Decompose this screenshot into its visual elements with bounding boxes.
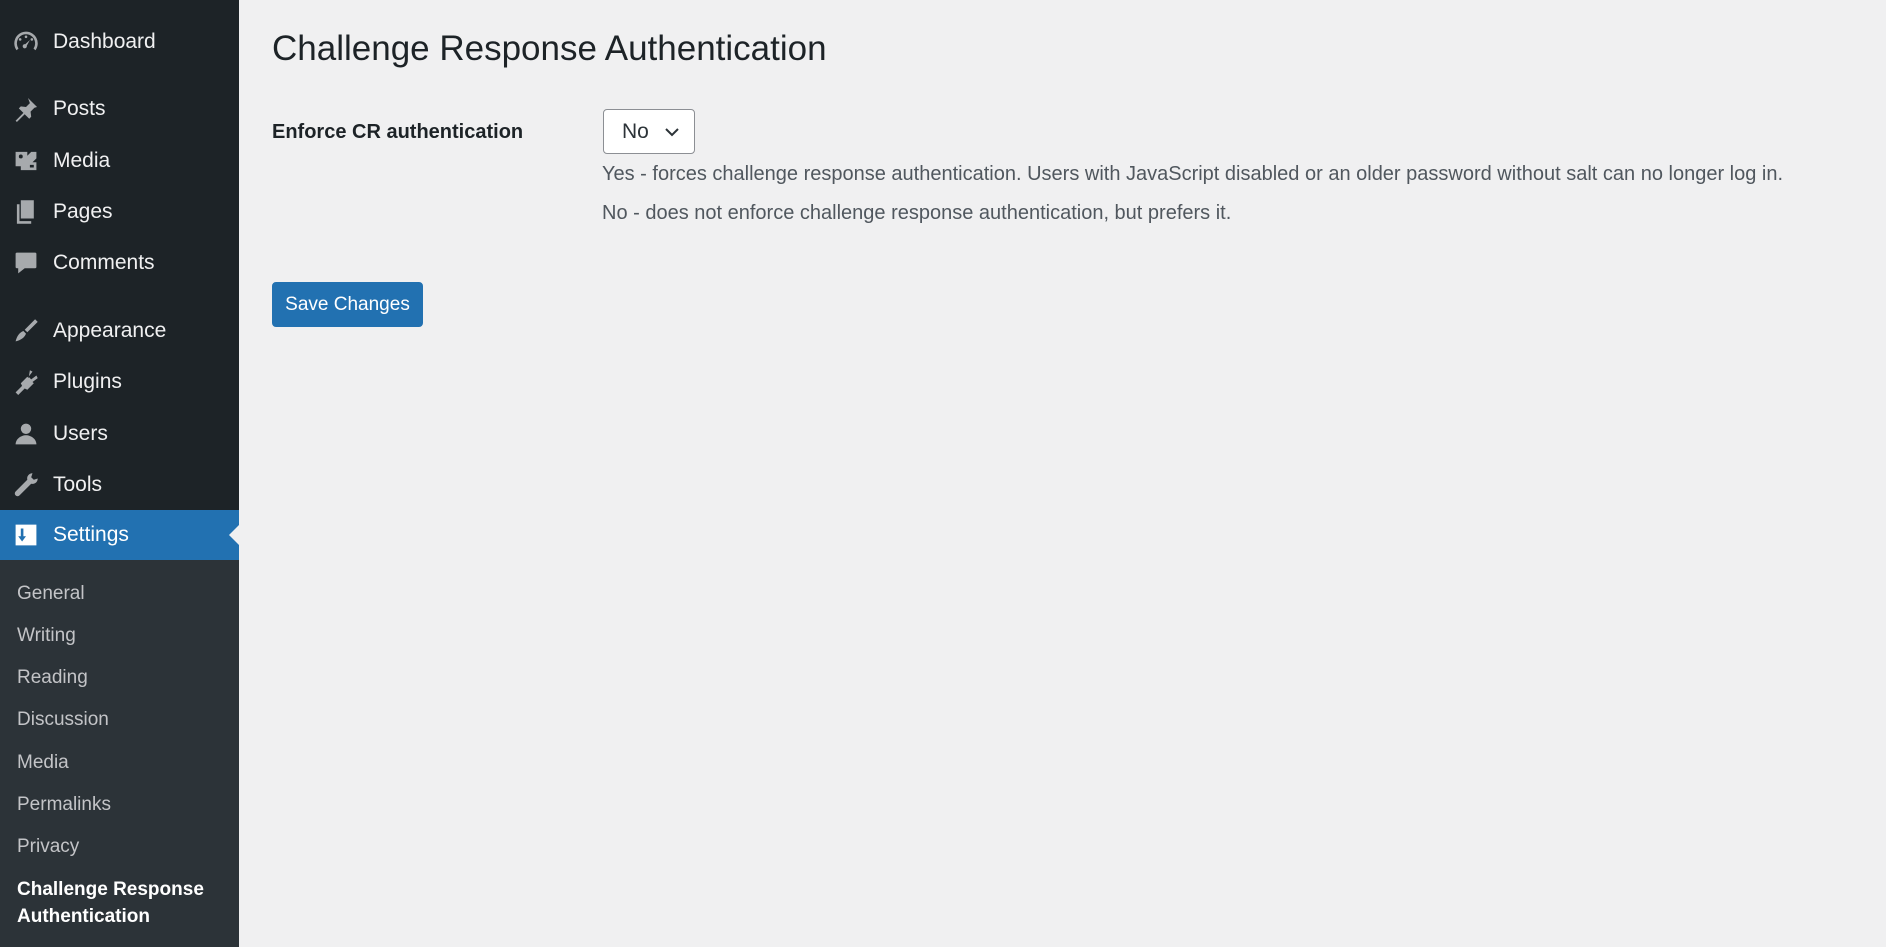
media-icon: [12, 147, 40, 175]
sidebar-item-settings[interactable]: Settings: [0, 510, 239, 560]
pages-icon: [12, 198, 40, 226]
plugin-icon: [12, 368, 40, 396]
sidebar-item-label: Tools: [53, 473, 103, 496]
sidebar-item-plugins[interactable]: Plugins: [0, 357, 239, 407]
sidebar-item-label: Appearance: [53, 319, 167, 342]
submenu-item-permalinks[interactable]: Permalinks: [17, 791, 111, 818]
save-changes-button[interactable]: Save Changes: [272, 282, 423, 327]
sidebar-item-label: Users: [53, 422, 108, 445]
submenu-item-general[interactable]: General: [17, 580, 85, 607]
chevron-down-icon: [665, 128, 679, 137]
submenu-item-writing[interactable]: Writing: [17, 622, 76, 649]
wrench-icon: [12, 471, 40, 499]
select-value: No: [622, 119, 649, 143]
page-title: Challenge Response Authentication: [272, 29, 827, 68]
sidebar-item-label: Posts: [53, 97, 106, 120]
user-icon: [12, 420, 40, 448]
sidebar-item-dashboard[interactable]: Dashboard: [0, 17, 239, 67]
settings-icon: [12, 521, 40, 549]
enforce-cr-label: Enforce CR authentication: [272, 121, 524, 143]
sidebar-item-tools[interactable]: Tools: [0, 460, 239, 510]
comment-icon: [12, 249, 40, 277]
sidebar-item-label: Pages: [53, 200, 113, 223]
brush-icon: [12, 317, 40, 345]
sidebar-item-label: Plugins: [53, 370, 122, 393]
settings-submenu: General Writing Reading Discussion Media…: [0, 560, 239, 947]
sidebar-item-label: Media: [53, 149, 111, 172]
submenu-item-discussion[interactable]: Discussion: [17, 706, 109, 733]
submenu-item-challenge-response[interactable]: Challenge Response Authentication: [17, 876, 227, 930]
sidebar-item-appearance[interactable]: Appearance: [0, 306, 239, 356]
sidebar-item-label: Settings: [53, 523, 129, 546]
sidebar-item-pages[interactable]: Pages: [0, 187, 239, 237]
sidebar-item-label: Dashboard: [53, 30, 156, 53]
description-no: No - does not enforce challenge response…: [602, 202, 1232, 224]
submenu-item-media[interactable]: Media: [17, 749, 69, 776]
sidebar-item-media[interactable]: Media: [0, 136, 239, 186]
current-menu-arrow: [229, 525, 239, 545]
submenu-item-reading[interactable]: Reading: [17, 664, 88, 691]
sidebar-item-users[interactable]: Users: [0, 409, 239, 459]
submenu-item-privacy[interactable]: Privacy: [17, 833, 79, 860]
sidebar-item-label: Comments: [53, 251, 155, 274]
enforce-cr-select[interactable]: No: [603, 109, 695, 154]
admin-sidebar: Dashboard Posts Media Pages Comments App…: [0, 0, 239, 947]
description-yes: Yes - forces challenge response authenti…: [602, 163, 1784, 185]
sidebar-item-posts[interactable]: Posts: [0, 84, 239, 134]
pin-icon: [12, 95, 40, 123]
sidebar-item-comments[interactable]: Comments: [0, 238, 239, 288]
dashboard-icon: [12, 28, 40, 56]
